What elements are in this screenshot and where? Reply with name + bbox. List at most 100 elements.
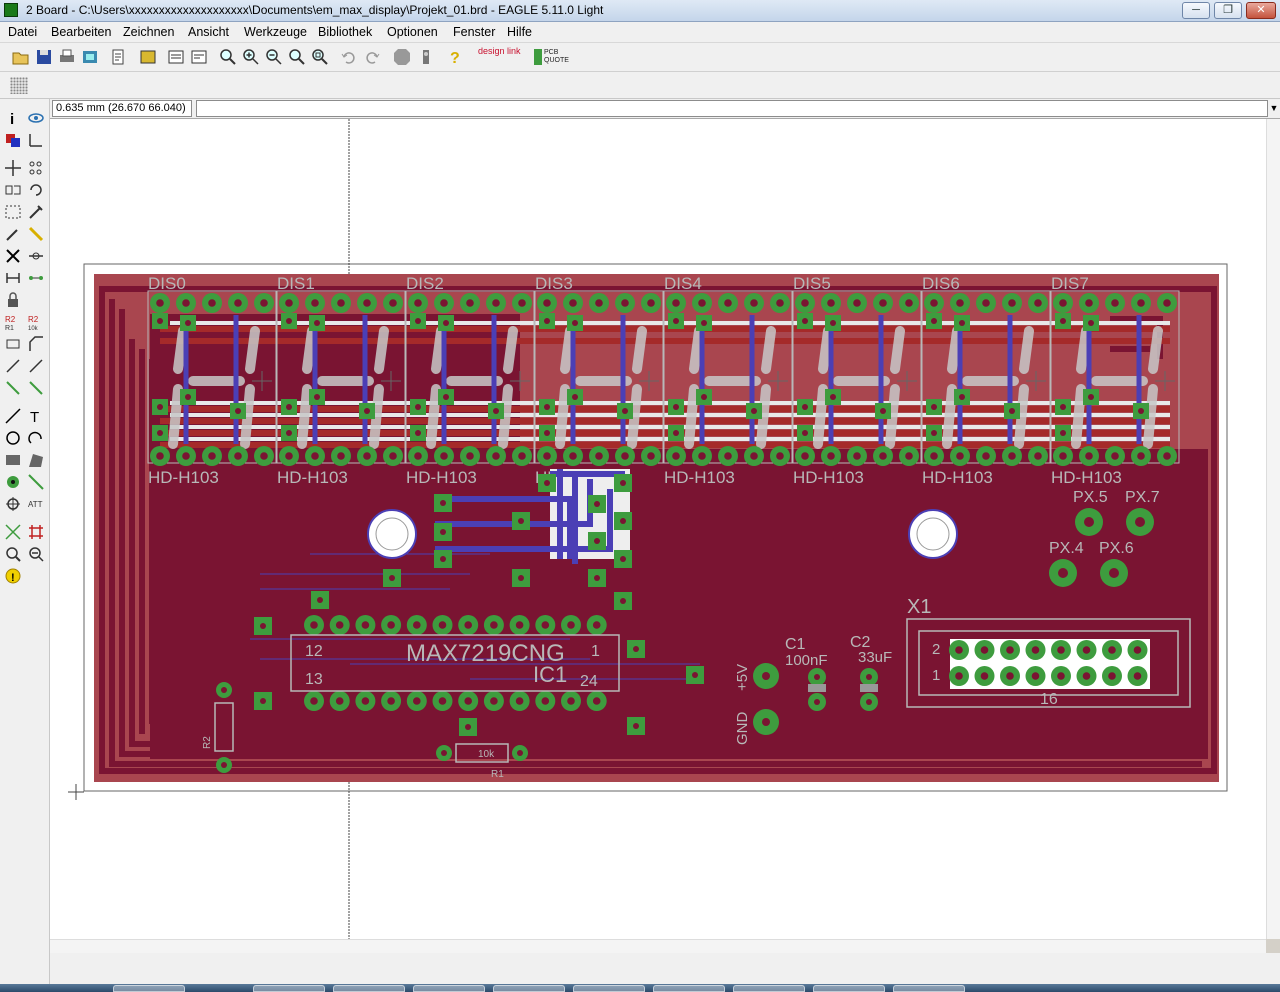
taskbar-item[interactable] [813,985,885,992]
maximize-button[interactable]: ❐ [1214,2,1242,19]
command-history-dropdown[interactable]: ▼ [1268,101,1280,116]
taskbar-item[interactable] [113,985,185,992]
menu-bearbeiten[interactable]: Bearbeiten [51,25,111,39]
wire-icon[interactable] [4,407,22,425]
open-icon[interactable] [11,47,31,67]
board-icon[interactable] [138,47,158,67]
move-icon[interactable] [4,159,22,177]
help-icon[interactable]: ? [445,47,465,67]
rect-icon[interactable] [4,451,22,469]
taskbar-item[interactable] [333,985,405,992]
taskbar-item[interactable] [733,985,805,992]
ripup-icon[interactable] [4,379,22,397]
add-icon[interactable] [27,247,45,265]
board-drawing[interactable]: DIS0 DIS1 DIS2 DIS3 DIS4 DIS5 DIS6 DIS7 … [50,119,1266,939]
route-icon[interactable] [27,357,45,375]
drc-icon[interactable] [4,545,22,563]
group-icon[interactable] [4,203,22,221]
menu-datei[interactable]: Datei [8,25,37,39]
script-icon[interactable] [108,47,128,67]
split-wire-icon[interactable] [4,357,22,375]
zoom-out-icon[interactable] [264,47,284,67]
show-icon[interactable] [27,109,45,127]
text-icon[interactable]: T [27,407,45,426]
go-icon[interactable] [416,47,436,67]
eagle-app-icon[interactable] [4,3,18,17]
taskbar-item[interactable] [253,985,325,992]
value-icon[interactable]: R2 10k [27,313,45,332]
change-icon[interactable] [27,203,45,221]
segment [173,326,188,374]
svg-text:ATT: ATT [28,500,43,509]
command-input[interactable] [196,100,1268,117]
value-dis0: HD-H103 [148,468,219,487]
taskbar-item[interactable] [653,985,725,992]
vertical-scrollbar[interactable] [1266,119,1280,939]
svg-text:?: ? [450,50,460,67]
coordinate-display: 0.635 mm (26.670 66.040) [52,100,192,117]
info-icon[interactable]: i [4,109,22,128]
redo-icon[interactable] [362,47,382,67]
auto-icon[interactable] [27,523,45,541]
undo-icon[interactable] [339,47,359,67]
menu-zeichnen[interactable]: Zeichnen [123,25,174,39]
circle-icon[interactable] [4,429,22,447]
segment [684,384,699,449]
taskbar-item[interactable] [413,985,485,992]
menu-bibliothek[interactable]: Bibliothek [318,25,372,39]
signal-icon[interactable] [27,473,45,491]
menu-fenster[interactable]: Fenster [453,25,495,39]
display-icon[interactable] [4,131,22,149]
mirror-icon[interactable] [4,181,22,199]
horizontal-scrollbar[interactable] [50,939,1266,953]
px4-label: PX.4 [1049,540,1084,557]
x1-pin1: 1 [932,667,940,684]
name-icon[interactable]: R2 R1 [4,313,22,332]
copy-icon[interactable] [27,159,45,177]
optimize-icon[interactable] [4,335,22,353]
autorouter-icon[interactable] [27,379,45,397]
stop-icon[interactable] [392,47,412,67]
ulp-icon[interactable] [189,47,209,67]
pcbquote-button[interactable]: PCB QUOTE [534,49,574,65]
zoom-redraw-icon[interactable] [287,47,307,67]
cam-icon[interactable] [80,47,100,67]
paste-icon[interactable] [4,225,22,243]
taskbar-item[interactable] [573,985,645,992]
attribute-icon[interactable]: ATT [27,495,45,513]
menu-ansicht[interactable]: Ansicht [188,25,229,39]
delete-icon[interactable] [4,247,22,265]
menu-hilfe[interactable]: Hilfe [507,25,532,39]
zoom-in-icon[interactable] [241,47,261,67]
rotate-icon[interactable] [27,181,45,199]
minimize-button[interactable]: ─ [1182,2,1210,19]
toolbar-grip[interactable] [10,77,28,94]
value-dis6: HD-H103 [922,468,993,487]
menu-optionen[interactable]: Optionen [387,25,438,39]
miter-icon[interactable] [27,335,45,353]
arc-icon[interactable] [27,429,45,447]
hole-icon[interactable] [4,495,22,513]
save-icon[interactable] [34,47,54,67]
menu-werkzeuge[interactable]: Werkzeuge [244,25,307,39]
replace-icon[interactable] [4,269,22,287]
taskbar-item[interactable] [493,985,565,992]
designlink-button[interactable]: design link [478,47,526,67]
ratsnest-icon[interactable] [4,523,22,541]
polygon-icon[interactable] [27,451,45,469]
via-icon[interactable] [4,473,22,491]
errors-icon[interactable] [27,545,45,563]
vcc-label: +5V [734,664,751,691]
zoom-fit-icon[interactable] [218,47,238,67]
board-canvas[interactable]: DIS0 DIS1 DIS2 DIS3 DIS4 DIS5 DIS6 DIS7 … [50,119,1266,939]
scr-icon[interactable] [166,47,186,67]
split-icon[interactable] [27,269,45,287]
zoom-select-icon[interactable] [310,47,330,67]
lock-icon[interactable] [4,291,22,309]
smash-icon[interactable] [27,225,45,243]
taskbar-item[interactable] [893,985,965,992]
mark-icon[interactable] [27,131,45,149]
print-icon[interactable] [57,47,77,67]
erc-warning-icon[interactable]: ! [4,567,22,585]
close-button[interactable]: ✕ [1246,2,1276,19]
